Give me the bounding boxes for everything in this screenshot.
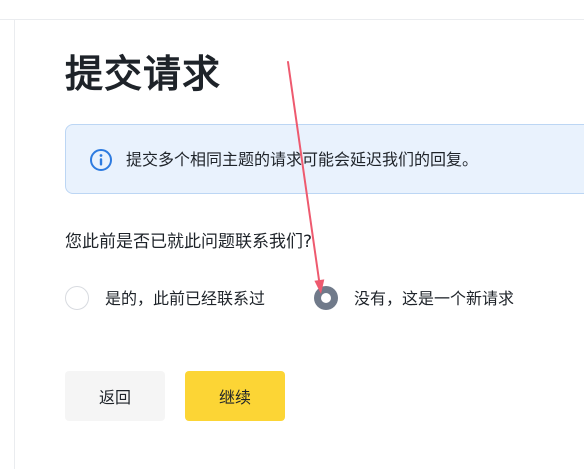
radio-option-yes[interactable]: 是的，此前已经联系过 bbox=[65, 286, 295, 312]
contact-question: 您此前是否已就此问题联系我们? bbox=[65, 232, 313, 252]
info-icon bbox=[90, 149, 112, 171]
info-notice: 提交多个相同主题的请求可能会延迟我们的回复。 bbox=[65, 124, 584, 194]
radio-label-no: 没有，这是一个新请求 bbox=[354, 289, 515, 308]
notice-text: 提交多个相同主题的请求可能会延迟我们的回复。 bbox=[126, 150, 479, 169]
header-divider bbox=[0, 19, 584, 20]
radio-button-no[interactable] bbox=[314, 286, 338, 310]
back-button[interactable]: 返回 bbox=[65, 371, 165, 421]
radio-button-yes[interactable] bbox=[65, 286, 89, 310]
radio-option-no[interactable]: 没有，这是一个新请求 bbox=[314, 286, 544, 312]
continue-button[interactable]: 继续 bbox=[185, 371, 285, 421]
radio-label-yes: 是的，此前已经联系过 bbox=[105, 289, 266, 308]
radio-selected-dot bbox=[321, 293, 331, 303]
page-title: 提交请求 bbox=[65, 52, 222, 96]
sidebar-divider bbox=[14, 20, 15, 469]
